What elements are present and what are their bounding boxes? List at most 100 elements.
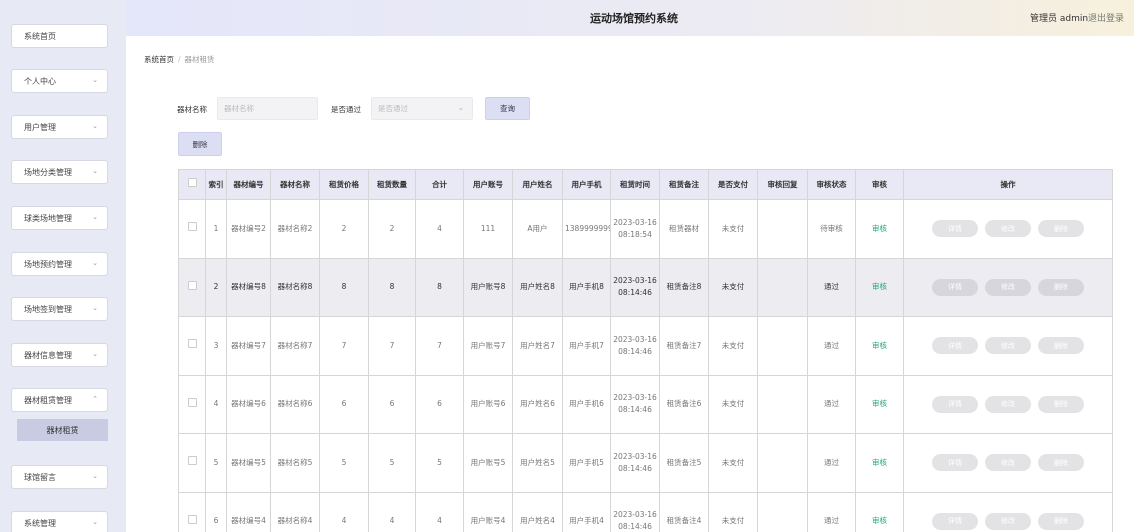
cell-audit[interactable]: 审核 <box>855 316 904 376</box>
cell-time: 2023-03-16 08:14:46 <box>610 374 660 434</box>
detail-button[interactable]: 详情 <box>932 278 978 296</box>
cell-remark: 租赁备注8 <box>659 257 709 317</box>
pass-status-select[interactable]: 是否通过 ⌄ <box>371 97 473 120</box>
column-header: 操作 <box>903 169 1113 200</box>
audit-link[interactable]: 审核 <box>872 458 887 467</box>
column-header: 合计 <box>415 169 464 200</box>
delete-button[interactable]: 删除 <box>1038 395 1084 413</box>
sidebar-item-personal[interactable]: 个人中心 ⌄ <box>11 69 108 93</box>
row-select-cell[interactable] <box>178 433 206 493</box>
cell-paid: 未支付 <box>708 374 758 434</box>
cell-audit[interactable]: 审核 <box>855 199 904 259</box>
sidebar-item-venue-booking[interactable]: 场地预约管理 ⌄ <box>11 252 108 276</box>
cell-paid: 未支付 <box>708 257 758 317</box>
pass-status-placeholder: 是否通过 <box>378 104 408 113</box>
query-button[interactable]: 查询 <box>485 97 530 120</box>
cell-reply <box>757 199 808 259</box>
delete-selected-button[interactable]: 删除 <box>178 132 222 156</box>
cell-price: 5 <box>319 433 369 493</box>
cell-audit[interactable]: 审核 <box>855 374 904 434</box>
table-row[interactable]: 5 器材编号5 器材名称5 5 5 5 用户账号5 用户姓名5 用户手机5 2023-03-16 … <box>178 433 1113 493</box>
cell-idx: 1 <box>205 199 227 259</box>
delete-button[interactable]: 删除 <box>1038 337 1084 355</box>
chevron-down-icon: ⌄ <box>92 122 98 130</box>
delete-button[interactable]: 删除 <box>1038 278 1084 296</box>
cell-code: 器材编号6 <box>226 374 271 434</box>
audit-link[interactable]: 审核 <box>872 516 887 525</box>
sidebar-item-label: 个人中心 <box>24 76 56 86</box>
row-select-cell[interactable] <box>178 257 206 317</box>
cell-account: 用户账号5 <box>463 433 513 493</box>
audit-link[interactable]: 审核 <box>872 341 887 350</box>
cell-code: 器材编号2 <box>226 199 271 259</box>
select-all-checkbox[interactable] <box>187 178 197 187</box>
sidebar-item-home[interactable]: 系统首页 <box>11 24 108 48</box>
edit-button[interactable]: 修改 <box>985 454 1031 472</box>
cell-remark: 租赁备注5 <box>659 433 709 493</box>
sidebar-item-venue-checkin[interactable]: 场地签到管理 ⌄ <box>11 297 108 321</box>
row-checkbox[interactable] <box>187 456 197 466</box>
admin-label: 管理员 admin <box>1030 14 1089 24</box>
cell-idx: 2 <box>205 257 227 317</box>
detail-button[interactable]: 详情 <box>932 337 978 355</box>
equipment-name-input[interactable]: 器材名称 <box>217 97 318 120</box>
audit-link[interactable]: 审核 <box>872 224 887 233</box>
table-row[interactable]: 3 器材编号7 器材名称7 7 7 7 用户账号7 用户姓名7 用户手机7 2023-03-16 … <box>178 316 1113 376</box>
chevron-down-icon: ⌄ <box>92 76 98 84</box>
column-header: 是否支付 <box>708 169 758 200</box>
cell-name: 器材名称8 <box>270 257 320 317</box>
cell-time: 2023-03-16 08:18:54 <box>610 199 660 259</box>
cell-audit[interactable]: 审核 <box>855 257 904 317</box>
table-row[interactable]: 1器材编号2器材名称2224111A用户138999999992023-03-1… <box>178 199 1113 259</box>
edit-button[interactable]: 修改 <box>985 395 1031 413</box>
breadcrumb-current: 器材租赁 <box>184 55 215 64</box>
row-select-cell[interactable] <box>178 316 206 376</box>
cell-price: 2 <box>319 199 369 259</box>
edit-button[interactable]: 修改 <box>985 512 1031 530</box>
sidebar-item-messages[interactable]: 球馆留言 ⌄ <box>11 465 108 489</box>
sidebar-item-label: 球类场地管理 <box>24 213 72 223</box>
table-row[interactable]: 4 器材编号6 器材名称6 6 6 6 用户账号6 用户姓名6 用户手机6 2023-03-16 … <box>178 374 1113 434</box>
pass-status-label: 是否通过 <box>331 105 361 114</box>
sidebar-item-equipment-rental[interactable]: 器材租赁管理 ⌃ <box>11 388 108 412</box>
edit-button[interactable]: 修改 <box>985 220 1031 238</box>
delete-button[interactable]: 删除 <box>1038 512 1084 530</box>
delete-button[interactable]: 删除 <box>1038 454 1084 472</box>
cell-audit[interactable]: 审核 <box>855 433 904 493</box>
cell-idx: 5 <box>205 433 227 493</box>
select-all-header[interactable] <box>178 169 206 200</box>
cell-uname: 用户姓名6 <box>512 374 563 434</box>
row-checkbox[interactable] <box>187 280 197 290</box>
sidebar-subitem-equipment-rental[interactable]: 器材租赁 <box>17 419 108 441</box>
delete-button[interactable]: 删除 <box>1038 220 1084 238</box>
sidebar-item-system[interactable]: 系统管理 ⌄ <box>11 511 108 532</box>
row-checkbox[interactable] <box>187 514 197 524</box>
row-select-cell[interactable] <box>178 374 206 434</box>
table-row[interactable]: 2 器材编号8 器材名称8 8 8 8 用户账号8 用户姓名8 用户手机8 2023-03-16 … <box>178 257 1113 317</box>
row-checkbox[interactable] <box>187 339 197 349</box>
sidebar-item-ball-venue[interactable]: 球类场地管理 ⌄ <box>11 206 108 230</box>
edit-button[interactable]: 修改 <box>985 337 1031 355</box>
sidebar-item-equipment-info[interactable]: 器材信息管理 ⌄ <box>11 343 108 367</box>
edit-button[interactable]: 修改 <box>985 278 1031 296</box>
detail-button[interactable]: 详情 <box>932 395 978 413</box>
detail-button[interactable]: 详情 <box>932 512 978 530</box>
logout-link[interactable]: 退出登录 <box>1088 11 1124 24</box>
row-checkbox[interactable] <box>187 397 197 407</box>
cell-total: 8 <box>415 257 464 317</box>
row-checkbox[interactable] <box>187 222 197 232</box>
cell-remark: 租赁备注7 <box>659 316 709 376</box>
audit-link[interactable]: 审核 <box>872 399 887 408</box>
sidebar-item-label: 场地签到管理 <box>24 304 72 314</box>
sidebar-item-label: 器材信息管理 <box>24 350 72 360</box>
sidebar-item-users[interactable]: 用户管理 ⌄ <box>11 115 108 139</box>
table-row[interactable]: 6 器材编号4 器材名称4 4 4 4 用户账号4 用户姓名4 用户手机4 2023-03-16 … <box>178 491 1113 532</box>
row-select-cell[interactable] <box>178 491 206 532</box>
audit-link[interactable]: 审核 <box>872 282 887 291</box>
sidebar-item-venue-category[interactable]: 场地分类管理 ⌄ <box>11 160 108 184</box>
breadcrumb-home[interactable]: 系统首页 <box>144 55 174 64</box>
detail-button[interactable]: 详情 <box>932 454 978 472</box>
row-select-cell[interactable] <box>178 199 206 259</box>
cell-audit[interactable]: 审核 <box>855 491 904 532</box>
detail-button[interactable]: 详情 <box>932 220 978 238</box>
